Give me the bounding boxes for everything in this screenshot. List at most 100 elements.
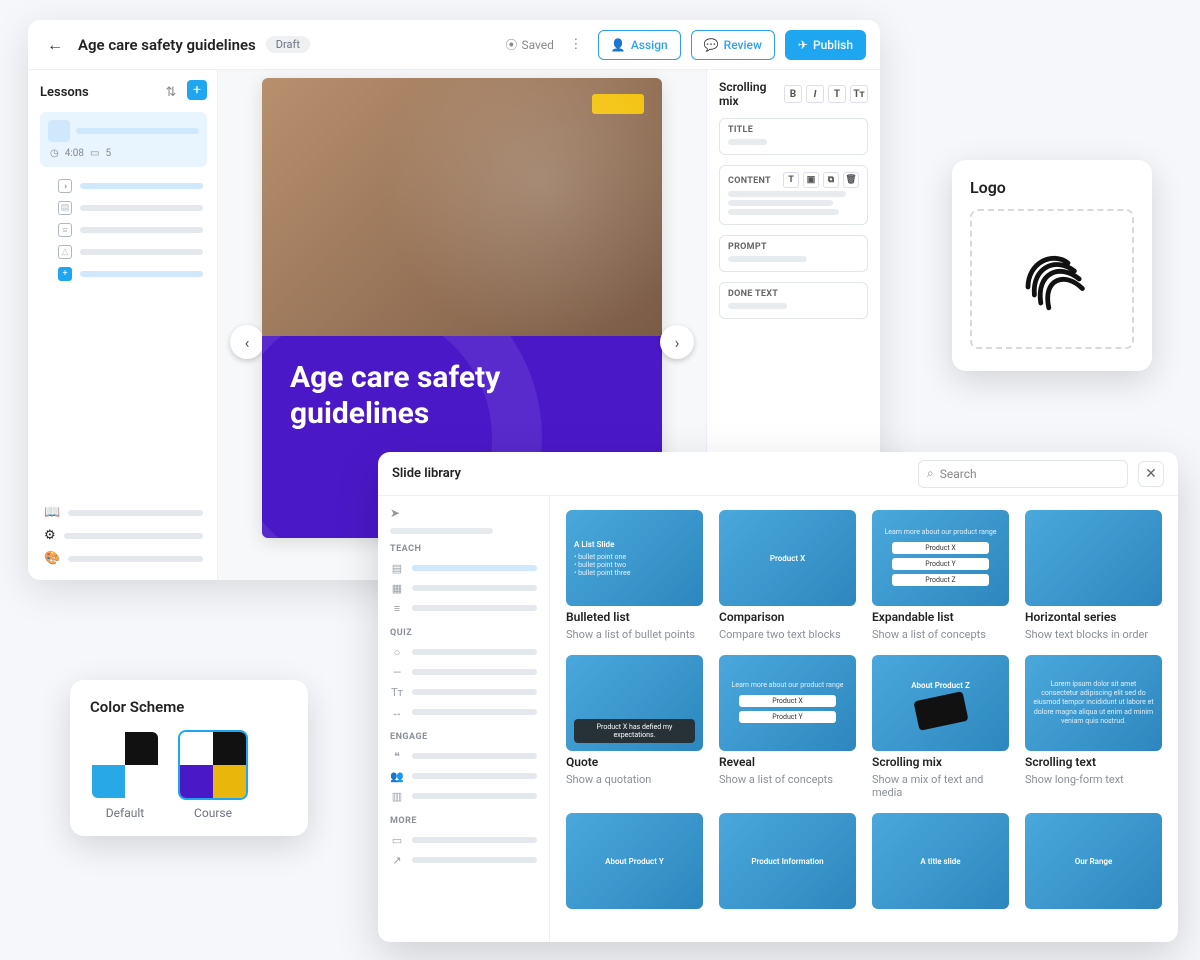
publish-label: Publish	[813, 38, 853, 52]
tile-preview: Learn more about our product rangeProduc…	[719, 655, 856, 751]
clock-icon: ◷	[50, 148, 59, 159]
image-tool-icon[interactable]: ▣	[803, 172, 819, 188]
logo-card: Logo	[952, 160, 1152, 371]
library-title: Slide library	[392, 466, 461, 481]
prev-slide-button[interactable]: ‹	[230, 325, 264, 359]
review-button[interactable]: 💬 Review	[691, 30, 775, 60]
library-close-button[interactable]: ✕	[1138, 461, 1164, 487]
tile-preview: Learn more about our product rangeProduc…	[872, 510, 1009, 606]
slide-library-panel: Slide library ⌕ Search ✕ ➤ TEACH ▤ ▦ ≡ Q…	[378, 452, 1178, 942]
slide-row[interactable]: ◑	[40, 175, 207, 197]
text-size-icon[interactable]: Tт	[850, 85, 868, 103]
search-icon: ⌕	[927, 466, 934, 481]
delete-tool-icon[interactable]: 🗑	[843, 172, 859, 188]
library-tile[interactable]: A title slide	[872, 813, 1009, 917]
color-scheme-card: Color Scheme Default Course	[70, 680, 308, 836]
tile-desc: Compare two text blocks	[719, 628, 856, 641]
title-field-label: TITLE	[728, 125, 859, 135]
nav-item[interactable]: —	[390, 662, 537, 682]
sidebar-tool[interactable]: 🎨	[40, 547, 207, 570]
library-tile[interactable]: Our Range	[1025, 813, 1162, 917]
slide-title-text: Age care safety guidelines	[290, 360, 634, 432]
italic-icon[interactable]: I	[806, 85, 824, 103]
done-text-field[interactable]: DONE TEXT	[719, 282, 868, 319]
lesson-card[interactable]: ◷4:08 ▭5	[40, 112, 207, 167]
slide-row[interactable]: △	[40, 241, 207, 263]
logo-dropzone[interactable]	[970, 209, 1134, 349]
scheme-default-option[interactable]: Default	[90, 730, 160, 820]
add-slide-icon: +	[58, 267, 72, 281]
palette-icon: 🎨	[44, 551, 60, 566]
nav-item[interactable]: ▥	[390, 786, 537, 806]
library-tile[interactable]: Lorem ipsum dolor sit amet consectetur a…	[1025, 655, 1162, 799]
library-tile[interactable]: Learn more about our product rangeProduc…	[872, 510, 1009, 641]
back-button[interactable]: ←	[42, 32, 68, 58]
scheme-course-option[interactable]: Course	[178, 730, 248, 820]
list-icon: ≡	[390, 601, 404, 615]
text-tool-icon[interactable]: T	[783, 172, 799, 188]
nav-item[interactable]: 👥	[390, 766, 537, 786]
nav-item[interactable]: ↔	[390, 702, 537, 722]
props-title: Scrolling mix	[719, 80, 784, 108]
tile-name: Comparison	[719, 610, 856, 624]
library-tile[interactable]: Learn more about our product rangeProduc…	[719, 655, 856, 799]
link-tool-icon[interactable]: ⧉	[823, 172, 839, 188]
assign-button[interactable]: 👤 Assign	[598, 30, 681, 60]
more-menu-icon[interactable]: ⋮	[564, 33, 588, 57]
status-badge: Draft	[266, 36, 310, 53]
add-lesson-button[interactable]: +	[187, 80, 207, 100]
tile-preview: About Product Z	[872, 655, 1009, 751]
content-field-label: CONTENT	[728, 176, 771, 186]
nav-item[interactable]: ○	[390, 642, 537, 662]
slide-type-icon: ▤	[58, 201, 72, 215]
tile-name: Bulleted list	[566, 610, 703, 624]
prompt-field[interactable]: PROMPT	[719, 235, 868, 272]
slides-icon: ▭	[90, 148, 99, 159]
nav-item[interactable]: ❝	[390, 746, 537, 766]
nav-item[interactable]: Tт	[390, 682, 537, 702]
swatch-default	[90, 730, 160, 800]
lessons-sort-icon[interactable]: ⇅	[159, 80, 183, 104]
content-field[interactable]: CONTENT T ▣ ⧉ 🗑	[719, 165, 868, 225]
quote-icon: ❝	[390, 749, 404, 763]
title-field[interactable]: TITLE	[719, 118, 868, 155]
text-style-icon[interactable]: T	[828, 85, 846, 103]
next-slide-button[interactable]: ›	[660, 325, 694, 359]
bold-icon[interactable]: B	[784, 85, 802, 103]
nav-item[interactable]: ▦	[390, 578, 537, 598]
sidebar-tool[interactable]: 📖	[40, 501, 207, 524]
lessons-sidebar: Lessons ⇅ + ◷4:08 ▭5 ◑ ▤ ≡ △ +	[28, 70, 218, 580]
slide-row-active[interactable]: +	[40, 263, 207, 285]
slide-row[interactable]: ≡	[40, 219, 207, 241]
library-tile[interactable]: Horizontal seriesShow text blocks in ord…	[1025, 510, 1162, 641]
library-search-input[interactable]: ⌕ Search	[918, 460, 1128, 488]
nav-group-teach: TEACH	[390, 544, 537, 554]
nav-group-quiz: QUIZ	[390, 628, 537, 638]
tile-name: Expandable list	[872, 610, 1009, 624]
tile-preview: Lorem ipsum dolor sit amet consectetur a…	[1025, 655, 1162, 751]
slide-type-icon: △	[58, 245, 72, 259]
sidebar-tool[interactable]: ⚙	[40, 524, 207, 547]
nav-item[interactable]: ≡	[390, 598, 537, 618]
nav-item[interactable]: ▤	[390, 558, 537, 578]
slide-tag	[592, 94, 644, 114]
library-tile[interactable]: Product XComparisonCompare two text bloc…	[719, 510, 856, 641]
nav-item[interactable]: ↗	[390, 850, 537, 870]
library-tile[interactable]: A List Slide• bullet point one• bullet p…	[566, 510, 703, 641]
swatch-course	[178, 730, 248, 800]
tile-desc: Show text blocks in order	[1025, 628, 1162, 641]
slide-row[interactable]: ▤	[40, 197, 207, 219]
tile-preview: A List Slide• bullet point one• bullet p…	[566, 510, 703, 606]
publish-button[interactable]: ✈ Publish	[785, 30, 866, 60]
library-tile[interactable]: Product Information	[719, 813, 856, 917]
layout-icon: ▤	[390, 561, 404, 575]
nav-group-more: MORE	[390, 816, 537, 826]
library-tile[interactable]: Product X has defied my expectations.Quo…	[566, 655, 703, 799]
nav-item[interactable]: ▭	[390, 830, 537, 850]
lesson-thumbnail	[48, 120, 70, 142]
tile-name: Reveal	[719, 755, 856, 769]
prompt-field-label: PROMPT	[728, 242, 859, 252]
nav-expand-icon[interactable]: ➤	[390, 506, 537, 520]
library-tile[interactable]: About Product ZScrolling mixShow a mix o…	[872, 655, 1009, 799]
library-tile[interactable]: About Product Y	[566, 813, 703, 917]
